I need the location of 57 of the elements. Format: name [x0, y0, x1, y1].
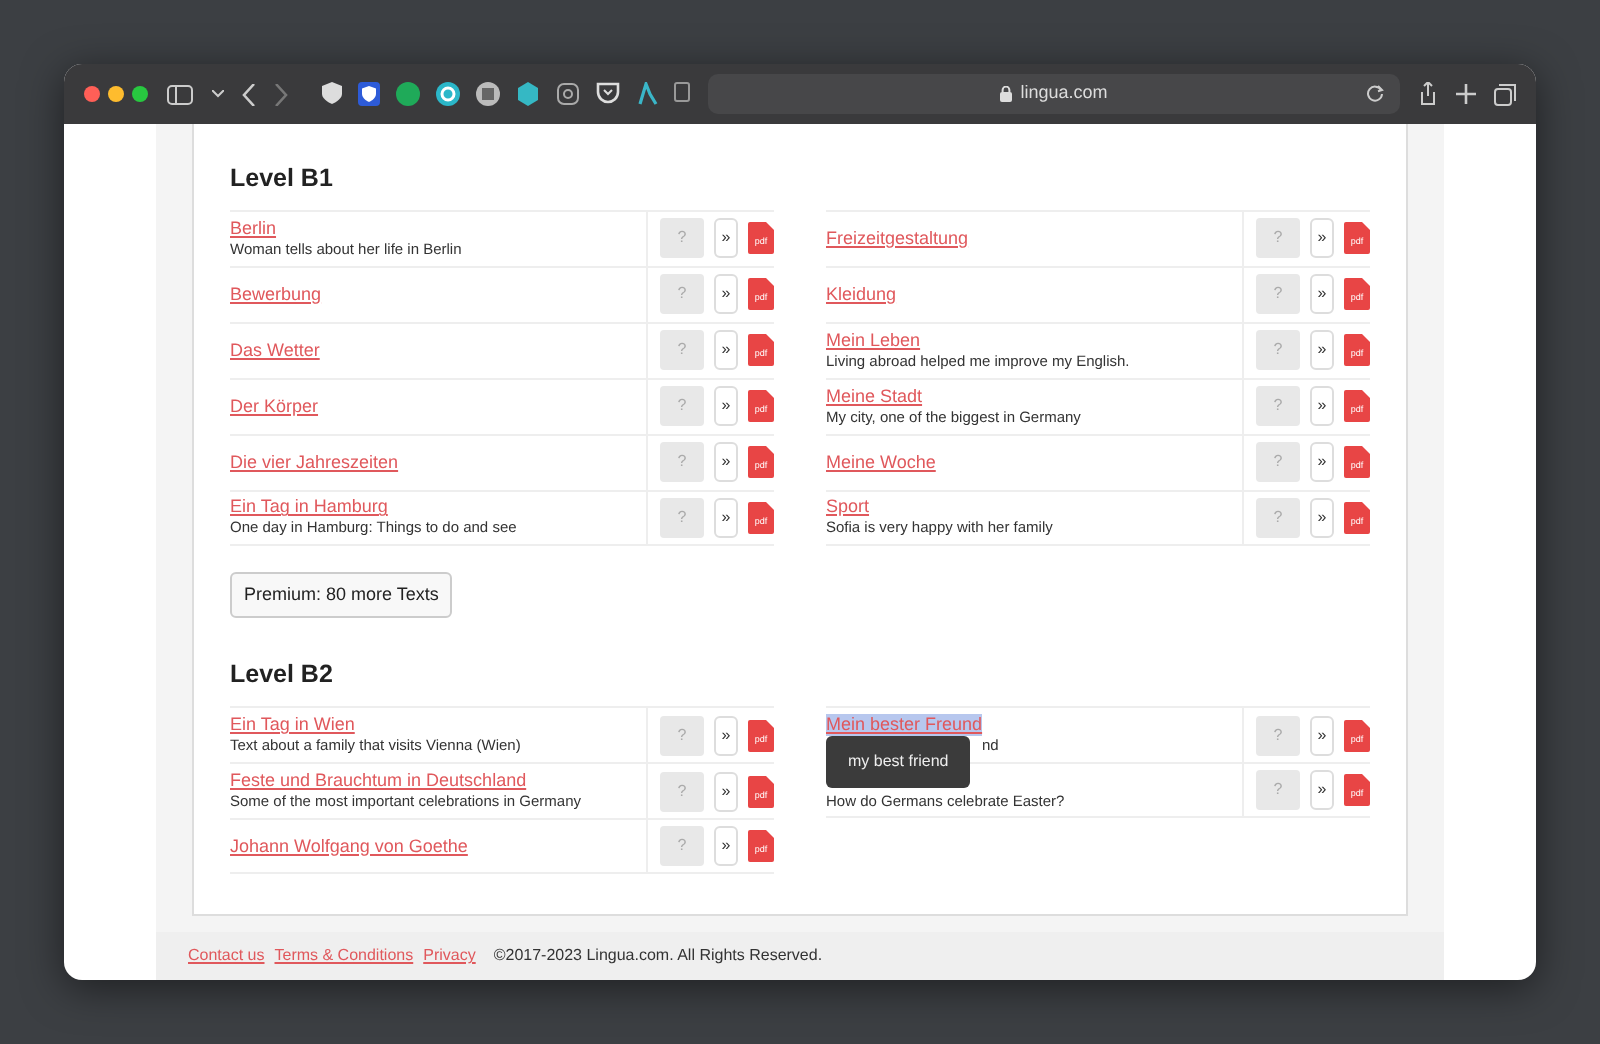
- play-button[interactable]: »: [1310, 497, 1334, 538]
- text-link[interactable]: Johann Wolfgang von Goethe: [230, 835, 468, 857]
- text-link[interactable]: Freizeitgestaltung: [826, 227, 969, 250]
- section-heading: Level B2: [230, 658, 335, 693]
- text-link[interactable]: Kleidung: [826, 283, 897, 306]
- forward-icon[interactable]: [274, 83, 288, 105]
- back-icon[interactable]: [242, 83, 256, 105]
- pocket-icon[interactable]: [596, 82, 620, 104]
- square-icon[interactable]: [556, 82, 580, 106]
- circle-icon[interactable]: [436, 82, 460, 106]
- play-button[interactable]: »: [1310, 218, 1334, 259]
- reload-icon[interactable]: [1366, 84, 1384, 102]
- play-button[interactable]: »: [714, 274, 738, 315]
- play-button[interactable]: »: [1310, 330, 1334, 371]
- text-link[interactable]: Sport: [826, 496, 870, 519]
- plus-icon[interactable]: [1456, 84, 1476, 104]
- play-button[interactable]: »: [714, 330, 738, 371]
- text-link[interactable]: Bewerbung: [230, 283, 322, 306]
- text-link[interactable]: Der Körper: [230, 395, 319, 418]
- premium-button[interactable]: Premium: 80 more Texts: [230, 571, 453, 619]
- text-link[interactable]: Mein Leben: [826, 329, 921, 352]
- footer-link[interactable]: Contact us: [188, 944, 265, 968]
- play-button[interactable]: »: [714, 771, 738, 811]
- footer-link[interactable]: Privacy: [423, 944, 476, 968]
- play-button[interactable]: »: [1310, 274, 1334, 315]
- text-link[interactable]: Ein Tag in Wien: [230, 714, 355, 736]
- play-button[interactable]: »: [714, 715, 738, 755]
- text-link[interactable]: Meine Stadt: [826, 385, 923, 408]
- play-button[interactable]: »: [714, 218, 738, 259]
- text-link[interactable]: Ein Tag in Hamburg: [230, 496, 388, 519]
- play-button[interactable]: »: [714, 497, 738, 538]
- shield-icon[interactable]: [358, 82, 380, 106]
- url-text[interactable]: lingua.com: [1020, 80, 1108, 108]
- text-link[interactable]: Das Wetter: [230, 339, 320, 362]
- tooltip: my best friend: [826, 736, 971, 788]
- shield-icon[interactable]: [322, 82, 342, 104]
- tabs-icon[interactable]: [1494, 83, 1516, 105]
- play-button[interactable]: »: [1310, 386, 1334, 427]
- play-button[interactable]: »: [1310, 442, 1334, 483]
- lock-icon: [1000, 86, 1013, 102]
- text-link[interactable]: Die vier Jahreszeiten: [230, 451, 399, 474]
- sidebar-icon[interactable]: [166, 83, 194, 105]
- play-button[interactable]: »: [714, 826, 738, 866]
- text-link[interactable]: Mein bester Freund: [826, 714, 983, 736]
- play-button[interactable]: »: [714, 386, 738, 427]
- text-link[interactable]: Berlin: [230, 217, 277, 240]
- section-heading: Level B1: [230, 162, 335, 196]
- chevron-down-icon[interactable]: [212, 90, 224, 98]
- play-button[interactable]: »: [1310, 715, 1334, 755]
- text-link[interactable]: Feste und Brauchtum in Deutschland: [230, 770, 527, 792]
- share-icon[interactable]: [1418, 82, 1438, 106]
- play-button[interactable]: »: [714, 442, 738, 483]
- play-button[interactable]: »: [1310, 770, 1334, 810]
- copyright-text: ©2017-2023 Lingua.com. All Rights Reserved.: [493, 944, 823, 968]
- hexagon-icon[interactable]: [516, 82, 540, 106]
- text-link[interactable]: Meine Woche: [826, 451, 936, 474]
- footer-link[interactable]: Terms & Conditions: [274, 944, 414, 968]
